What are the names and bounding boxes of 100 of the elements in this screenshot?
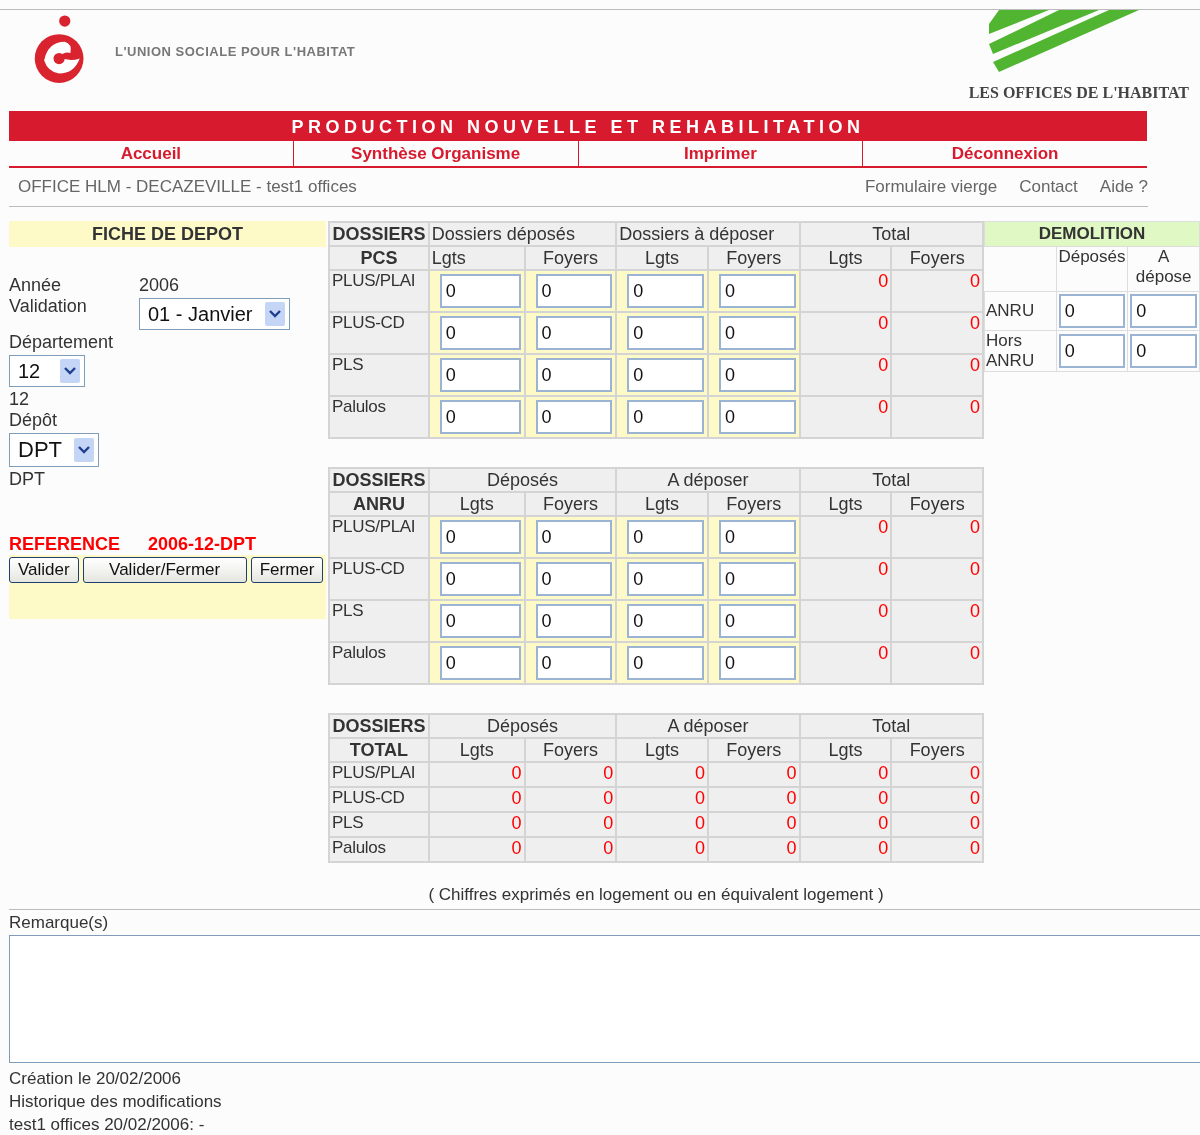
row-label: Palulos [329,837,429,862]
number-input[interactable]: 0 [1058,294,1126,328]
number-input[interactable]: 0 [718,646,796,680]
number-input[interactable]: 0 [627,646,704,680]
row-label: Hors ANRU [984,330,1057,372]
column-header: Déposés [1056,246,1128,292]
panel-title: FICHE DE DEPOT [9,221,326,247]
remarks-field[interactable] [9,935,1200,1063]
total-cell: 0 [891,837,983,862]
row-label: PLUS/PLAI [329,762,429,787]
field-label: Validation [9,296,88,317]
total-cell: 0 [799,558,892,600]
nav-link[interactable]: Imprimer [577,141,863,166]
column-header: Foyers [524,492,617,516]
total-cell: 0 [428,812,525,837]
number-input[interactable]: 0 [627,316,704,350]
deposit-dropdown[interactable]: DPT [9,433,99,467]
number-input[interactable]: 0 [718,520,796,554]
column-header: Foyers [524,738,617,762]
total-cell: 0 [799,600,892,642]
number-input[interactable]: 0 [439,274,521,308]
top-link[interactable]: Formulaire vierge [864,177,998,197]
history-text: Historique des modifications [9,1091,223,1113]
column-group-header: Dossiers déposés [428,222,617,246]
total-cell: 0 [707,837,800,862]
column-group-header: Déposés [428,468,617,492]
total-cell: 0 [891,600,983,642]
number-input[interactable]: 0 [439,520,521,554]
nav-link[interactable]: Accueil [9,141,293,166]
nav-link[interactable]: Synthèse Organisme [292,141,578,166]
row-label: PLUS-CD [329,558,429,600]
number-input[interactable]: 0 [718,604,796,638]
total-cell: 0 [799,787,892,812]
column-group-header: A déposer [616,468,800,492]
number-input[interactable]: 0 [535,358,613,392]
number-input[interactable]: 0 [535,400,613,434]
total-cell: 0 [891,396,983,438]
column-header: Lgts [799,738,892,762]
row-label: PLS [329,812,429,837]
number-input[interactable]: 0 [439,604,521,638]
number-input[interactable]: 0 [535,646,613,680]
number-input[interactable]: 0 [439,562,521,596]
page-title-banner: PRODUCTION NOUVELLE ET REHABILITATION [9,111,1147,141]
total-cell: 0 [799,642,892,684]
top-link[interactable]: Aide ? [1099,177,1148,197]
number-input[interactable]: 0 [718,274,796,308]
column-group-header: Déposés [428,714,617,738]
number-input[interactable]: 0 [1130,294,1197,328]
number-input[interactable]: 0 [535,520,613,554]
total-cell: 0 [799,812,892,837]
top-link[interactable]: Contact [1019,177,1078,197]
column-group-header: Total [799,222,983,246]
number-input[interactable]: 0 [718,316,796,350]
column-header: Foyers [707,492,800,516]
number-input[interactable]: 0 [627,274,704,308]
number-input[interactable]: 0 [535,562,613,596]
total-cell: 0 [799,312,892,354]
form-button[interactable]: Fermer [250,557,324,583]
column-header: Foyers [524,246,617,270]
number-input[interactable]: 0 [439,400,521,434]
number-input[interactable]: 0 [627,400,704,434]
column-header: Foyers [891,492,983,516]
number-input[interactable]: 0 [535,274,613,308]
department-dropdown[interactable]: 12 [9,355,85,387]
form-button[interactable]: Valider/Fermer [82,557,247,583]
number-input[interactable]: 0 [439,646,521,680]
month-dropdown[interactable]: 01 - Janvier [139,298,290,330]
number-input[interactable]: 0 [439,316,521,350]
number-input[interactable]: 0 [535,604,613,638]
total-cell: 0 [799,396,892,438]
total-cell: 0 [616,837,708,862]
number-input[interactable]: 0 [718,400,796,434]
department-value: 12 [9,389,30,410]
number-input[interactable]: 0 [718,358,796,392]
form-button[interactable]: Valider [9,557,79,583]
field-label: Année [9,275,63,296]
table-heading: TOTAL [329,738,429,762]
total-cell: 0 [428,837,525,862]
number-input[interactable]: 0 [1130,334,1197,368]
total-cell: 0 [891,270,983,312]
number-input[interactable]: 0 [627,562,704,596]
nav-link[interactable]: Déconnexion [862,141,1147,166]
column-header: Lgts [428,246,525,270]
number-input[interactable]: 0 [535,316,613,350]
table-heading: ANRU [329,492,429,516]
total-cell: 0 [707,787,800,812]
column-header: Foyers [891,246,983,270]
column-group-header: A déposer [616,714,800,738]
number-input[interactable]: 0 [627,520,704,554]
history-text: test1 offices 20/02/2006: - [9,1114,206,1135]
total-cell: 0 [616,787,708,812]
number-input[interactable]: 0 [627,358,704,392]
table-heading: PCS [329,246,429,270]
row-label: Palulos [329,642,429,684]
number-input[interactable]: 0 [439,358,521,392]
number-input[interactable]: 0 [627,604,704,638]
chevron-down-icon [74,438,94,462]
number-input[interactable]: 0 [1058,334,1126,368]
row-label: Palulos [329,396,429,438]
number-input[interactable]: 0 [718,562,796,596]
